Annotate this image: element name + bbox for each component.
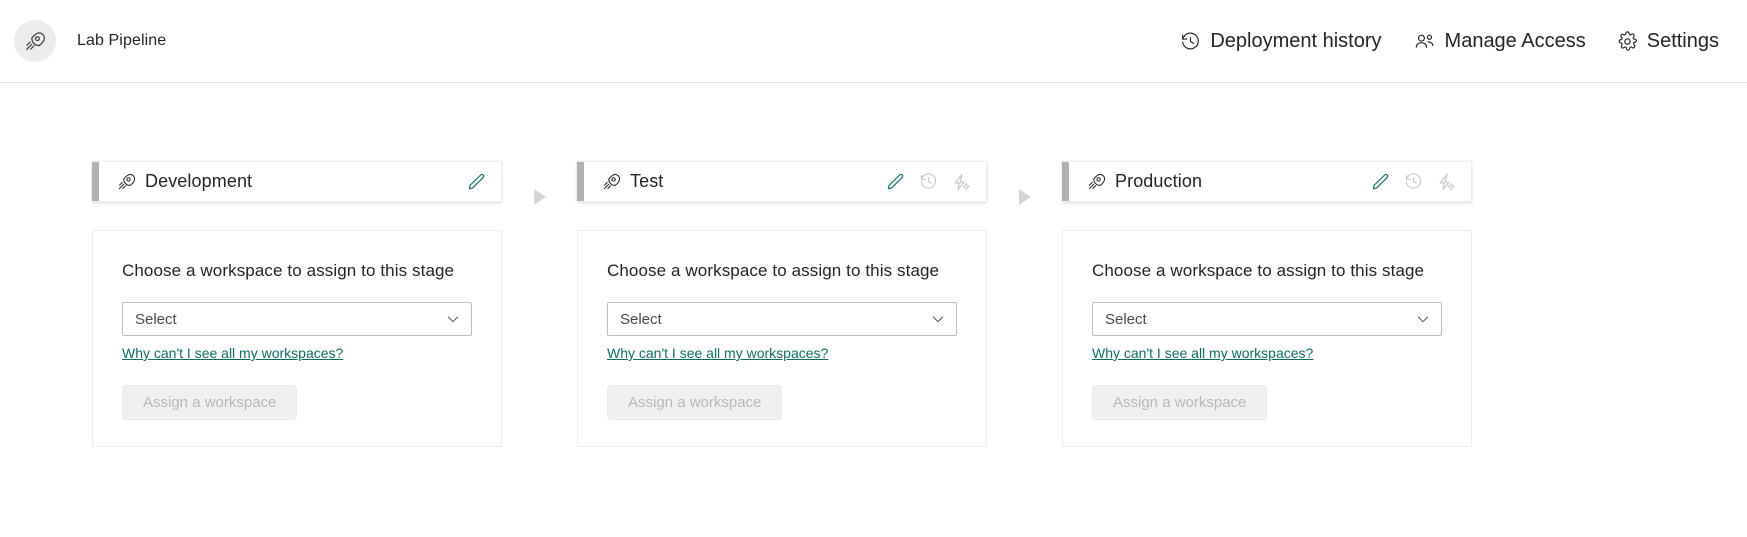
manage-access-label: Manage Access bbox=[1444, 29, 1586, 52]
assign-button-row: Assign a workspace bbox=[93, 385, 472, 420]
workspace-select-value: Select bbox=[135, 310, 177, 328]
card-heading: Choose a workspace to assign to this sta… bbox=[607, 261, 940, 280]
deployment-settings-icon bbox=[1435, 171, 1457, 193]
stage-connector-1 bbox=[502, 161, 577, 212]
why-cant-i-see-workspaces-link[interactable]: Why can't I see all my workspaces? bbox=[122, 345, 343, 361]
stage-name-development: Development bbox=[145, 171, 253, 191]
edit-icon[interactable] bbox=[1369, 171, 1391, 193]
manage-access-button[interactable]: Manage Access bbox=[1413, 30, 1586, 53]
stage-development: Development Choose a workspace to assign… bbox=[92, 161, 502, 447]
chevron-down-icon bbox=[1415, 311, 1431, 327]
people-icon bbox=[1413, 31, 1436, 52]
card-heading: Choose a workspace to assign to this sta… bbox=[122, 261, 455, 280]
deployment-history-button[interactable]: Deployment history bbox=[1180, 29, 1382, 53]
stage-accent-bar bbox=[92, 162, 99, 201]
stage-tools-development bbox=[465, 171, 487, 193]
workspace-select-value: Select bbox=[620, 310, 662, 328]
assign-workspace-button[interactable]: Assign a workspace bbox=[122, 385, 298, 420]
pipeline-stages: Development Choose a workspace to assign… bbox=[0, 83, 1747, 447]
stage-tools-test bbox=[884, 171, 972, 193]
stage-header-test: Test bbox=[577, 161, 987, 202]
assign-workspace-button[interactable]: Assign a workspace bbox=[1092, 385, 1268, 420]
stage-card-test: Choose a workspace to assign to this sta… bbox=[577, 230, 987, 447]
assign-button-row: Assign a workspace bbox=[578, 385, 957, 420]
settings-button[interactable]: Settings bbox=[1617, 30, 1719, 53]
why-cant-i-see-workspaces-link[interactable]: Why can't I see all my workspaces? bbox=[607, 345, 828, 361]
workspace-select[interactable]: Select bbox=[122, 302, 472, 336]
card-heading: Choose a workspace to assign to this sta… bbox=[1092, 261, 1425, 280]
stage-header-development: Development bbox=[92, 161, 502, 202]
stage-name-test: Test bbox=[630, 171, 664, 191]
stage-production: Production Choose a workspace to assign … bbox=[1062, 161, 1472, 447]
assign-workspace-button[interactable]: Assign a workspace bbox=[607, 385, 783, 420]
history-icon bbox=[917, 171, 939, 193]
stage-header-production: Production bbox=[1062, 161, 1472, 202]
deployment-history-label: Deployment history bbox=[1210, 29, 1382, 52]
header-actions: Deployment history Manage Access Setting… bbox=[1180, 30, 1719, 53]
edit-icon[interactable] bbox=[465, 171, 487, 193]
stage-test: Test Choose a workspace to assign to thi… bbox=[577, 161, 987, 447]
rocket-icon bbox=[14, 20, 56, 62]
history-icon bbox=[1180, 31, 1201, 52]
stage-name-production: Production bbox=[1115, 171, 1203, 191]
chevron-down-icon bbox=[445, 311, 461, 327]
chevron-down-icon bbox=[930, 311, 946, 327]
workspace-select[interactable]: Select bbox=[607, 302, 957, 336]
pipeline-identity: Lab Pipeline bbox=[14, 20, 166, 62]
why-cant-i-see-workspaces-link[interactable]: Why can't I see all my workspaces? bbox=[1092, 345, 1313, 361]
stage-card-development: Choose a workspace to assign to this sta… bbox=[92, 230, 502, 447]
deployment-settings-icon bbox=[950, 171, 972, 193]
workspace-select[interactable]: Select bbox=[1092, 302, 1442, 336]
stage-accent-bar bbox=[577, 162, 584, 201]
page-title: Lab Pipeline bbox=[77, 32, 167, 49]
stage-connector-2 bbox=[987, 161, 1062, 212]
triangle-right-icon bbox=[531, 187, 548, 212]
assign-button-row: Assign a workspace bbox=[1063, 385, 1442, 420]
edit-icon[interactable] bbox=[884, 171, 906, 193]
triangle-right-icon bbox=[1016, 187, 1033, 212]
stage-accent-bar bbox=[1062, 162, 1069, 201]
app-header: Lab Pipeline Deployment history Manage A… bbox=[0, 0, 1747, 83]
rocket-icon bbox=[1087, 172, 1106, 191]
rocket-icon bbox=[602, 172, 621, 191]
gear-icon bbox=[1617, 30, 1638, 52]
rocket-icon bbox=[117, 172, 136, 191]
history-icon bbox=[1402, 171, 1424, 193]
settings-label: Settings bbox=[1646, 29, 1719, 52]
workspace-select-value: Select bbox=[1105, 310, 1147, 328]
stage-card-production: Choose a workspace to assign to this sta… bbox=[1062, 230, 1472, 447]
stage-tools-production bbox=[1369, 171, 1457, 193]
